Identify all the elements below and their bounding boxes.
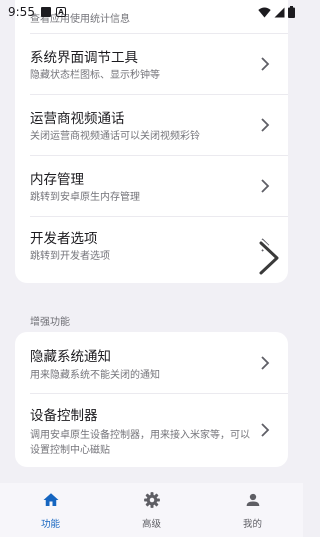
back-gesture-chevron-icon bbox=[257, 239, 281, 277]
item-desc: 用来隐藏系统不能关闭的通知 bbox=[30, 370, 160, 381]
nav-label: 我的 bbox=[242, 519, 262, 530]
item-title: 设备控制器 bbox=[30, 408, 98, 424]
item-desc: 关闭运营商视频通话可以关闭视频彩铃 bbox=[30, 131, 200, 142]
device-controller-item[interactable]: 设备控制器 调用安卓原生设备控制器，用来接入米家等，可以设置控制中心磁贴 bbox=[15, 394, 288, 467]
status-time: 9:55 bbox=[8, 5, 35, 19]
item-desc: 隐藏状态栏图标、显示秒钟等 bbox=[30, 70, 160, 81]
hide-system-notification-item[interactable]: 隐藏系统通知 用来隐藏系统不能关闭的通知 bbox=[15, 332, 288, 393]
notification-square-icon bbox=[40, 7, 51, 17]
bottom-navigation: 功能 高级 我的 bbox=[0, 483, 303, 537]
chevron-right-icon bbox=[261, 423, 270, 437]
settings-card-system: 查看应用使用统计信息 系统界面调节工具 隐藏状态栏图标、显示秒钟等 运营商视频通… bbox=[15, 0, 288, 283]
battery-icon bbox=[288, 6, 295, 18]
item-title: 隐藏系统通知 bbox=[30, 349, 111, 365]
signal-icon bbox=[274, 7, 285, 17]
system-ui-tuner-item[interactable]: 系统界面调节工具 隐藏状态栏图标、显示秒钟等 bbox=[15, 34, 288, 94]
settings-card-enhanced: 隐藏系统通知 用来隐藏系统不能关闭的通知 设备控制器 调用安卓原生设备控制器，用… bbox=[15, 332, 288, 467]
item-desc: 调用安卓原生设备控制器，用来接入米家等，可以设置控制中心磁贴 bbox=[30, 430, 250, 456]
home-icon bbox=[43, 493, 58, 506]
chevron-right-icon bbox=[261, 179, 270, 193]
status-bar: 9:55 A bbox=[0, 0, 303, 24]
carrier-video-call-item[interactable]: 运营商视频通话 关闭运营商视频通话可以关闭视频彩铃 bbox=[15, 95, 288, 155]
nav-label: 高级 bbox=[141, 519, 161, 530]
wifi-icon bbox=[258, 7, 271, 17]
gear-icon bbox=[143, 492, 160, 508]
chevron-right-icon bbox=[261, 356, 270, 370]
nav-tab-features[interactable]: 功能 bbox=[0, 483, 101, 537]
item-desc: 跳转到安卓原生内存管理 bbox=[30, 192, 140, 203]
chevron-right-icon bbox=[261, 118, 270, 132]
item-title: 内存管理 bbox=[30, 172, 84, 188]
nav-tab-advanced[interactable]: 高级 bbox=[101, 483, 202, 537]
chevron-right-icon bbox=[261, 57, 270, 71]
notification-a-icon: A bbox=[55, 7, 66, 17]
item-title: 系统界面调节工具 bbox=[30, 50, 138, 66]
section-title-enhanced: 增强功能 bbox=[30, 317, 70, 328]
developer-options-item[interactable]: 开发者选项 跳转到开发者选项 bbox=[15, 217, 288, 277]
item-desc: 跳转到开发者选项 bbox=[30, 251, 110, 262]
nav-tab-profile[interactable]: 我的 bbox=[202, 483, 303, 537]
nav-label: 功能 bbox=[40, 519, 60, 530]
person-icon bbox=[246, 493, 259, 506]
item-title: 运营商视频通话 bbox=[30, 111, 125, 127]
item-title: 开发者选项 bbox=[30, 231, 98, 247]
memory-management-item[interactable]: 内存管理 跳转到安卓原生内存管理 bbox=[15, 156, 288, 216]
